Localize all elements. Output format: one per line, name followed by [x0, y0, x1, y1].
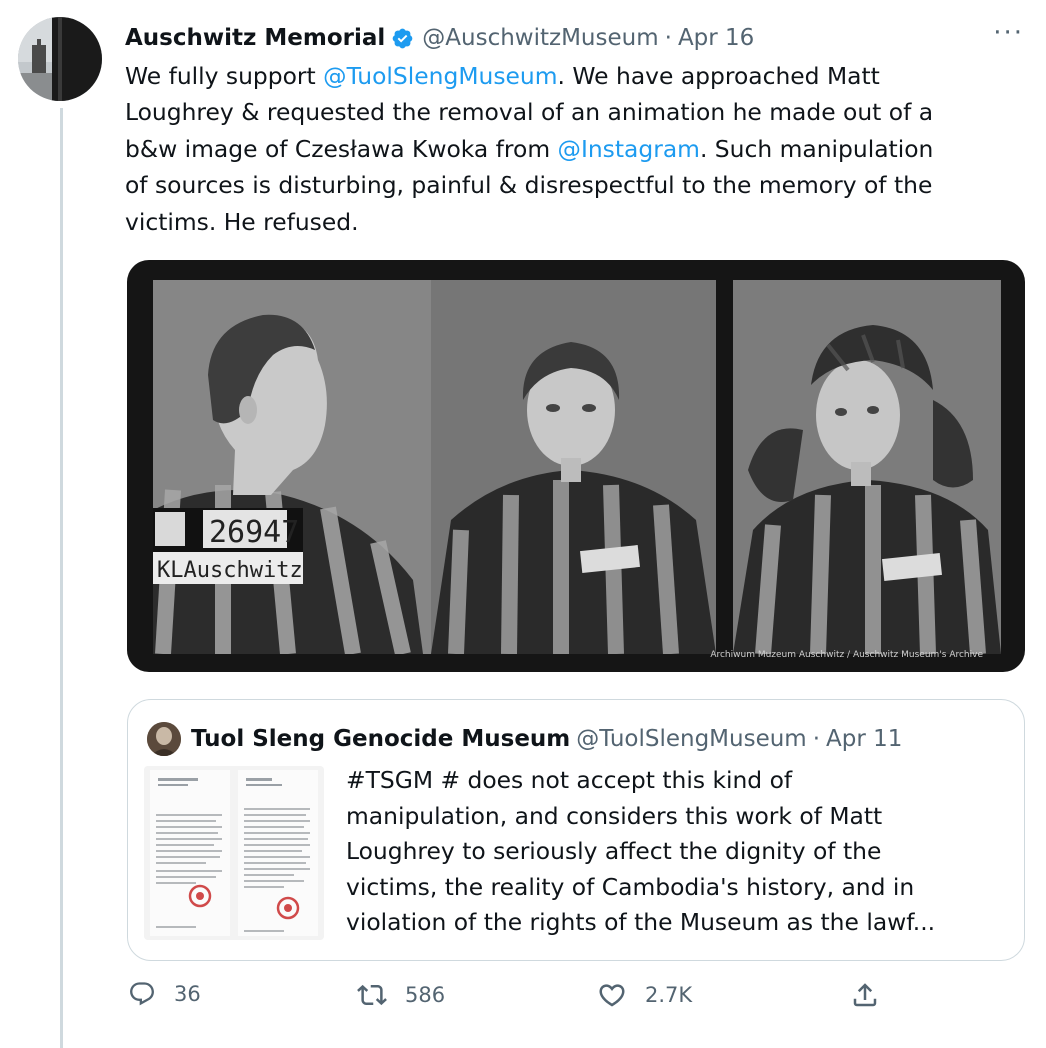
more-options-icon[interactable]: ···	[993, 18, 1024, 48]
tweet-text: We fully support @TuolSlengMuseum. We ha…	[125, 58, 1035, 240]
tweet-actions-bar: 36 586 2.7K	[0, 980, 1046, 1020]
author-name[interactable]: Auschwitz Memorial	[125, 25, 385, 51]
thread-line	[60, 108, 63, 1048]
photo-panel-side	[733, 280, 1001, 654]
reply-count: 36	[174, 982, 201, 1006]
quoted-author-avatar[interactable]	[147, 722, 181, 756]
tweet-photo[interactable]: 26947 KLAuschwitz Archiwum Muzeum Auschw…	[127, 260, 1025, 672]
reply-icon	[130, 982, 154, 1006]
quoted-header-separator: ·	[812, 726, 821, 752]
mention-instagram-link[interactable]: @Instagram	[558, 135, 700, 163]
text-part-1: We fully support	[125, 62, 324, 90]
quoted-document-thumbnail[interactable]	[144, 766, 324, 940]
mention-tuolsleng-link[interactable]: @TuolSlengMuseum	[323, 62, 557, 90]
reply-button[interactable]: 36	[128, 980, 201, 1008]
author-avatar[interactable]	[18, 17, 102, 101]
verified-badge-icon	[391, 27, 414, 50]
plate-label: KLAuschwitz	[157, 558, 303, 583]
tweet-header: Auschwitz Memorial @AuschwitzMuseum · Ap…	[125, 20, 1030, 56]
photo-panel-profile: 26947 KLAuschwitz	[153, 280, 441, 654]
photo-panel-front	[431, 280, 716, 654]
retweet-icon	[357, 984, 387, 1006]
author-handle[interactable]: @AuschwitzMuseum	[422, 25, 658, 51]
quoted-author-handle[interactable]: @TuolSlengMuseum	[576, 726, 806, 752]
share-icon	[853, 983, 877, 1007]
like-count: 2.7K	[645, 983, 693, 1007]
retweet-count: 586	[405, 983, 446, 1007]
quoted-tweet-date[interactable]: Apr 11	[826, 726, 902, 752]
photo-credit: Archiwum Muzeum Auschwitz / Auschwitz Mu…	[710, 650, 983, 660]
quoted-author-name[interactable]: Tuol Sleng Genocide Museum	[191, 726, 570, 752]
quoted-tweet[interactable]: Tuol Sleng Genocide Museum @TuolSlengMus…	[127, 699, 1025, 961]
like-button[interactable]: 2.7K	[597, 980, 692, 1010]
retweet-button[interactable]: 586	[357, 980, 445, 1010]
quoted-tweet-text: #TSGM # does not accept this kind of man…	[346, 766, 936, 937]
heart-icon	[599, 984, 625, 1007]
plate-number: 26947	[209, 515, 299, 550]
tweet-date[interactable]: Apr 16	[678, 25, 754, 51]
quoted-tweet-header: Tuol Sleng Genocide Museum @TuolSlengMus…	[147, 722, 902, 756]
share-button[interactable]	[850, 980, 898, 1010]
header-separator: ·	[664, 25, 672, 51]
